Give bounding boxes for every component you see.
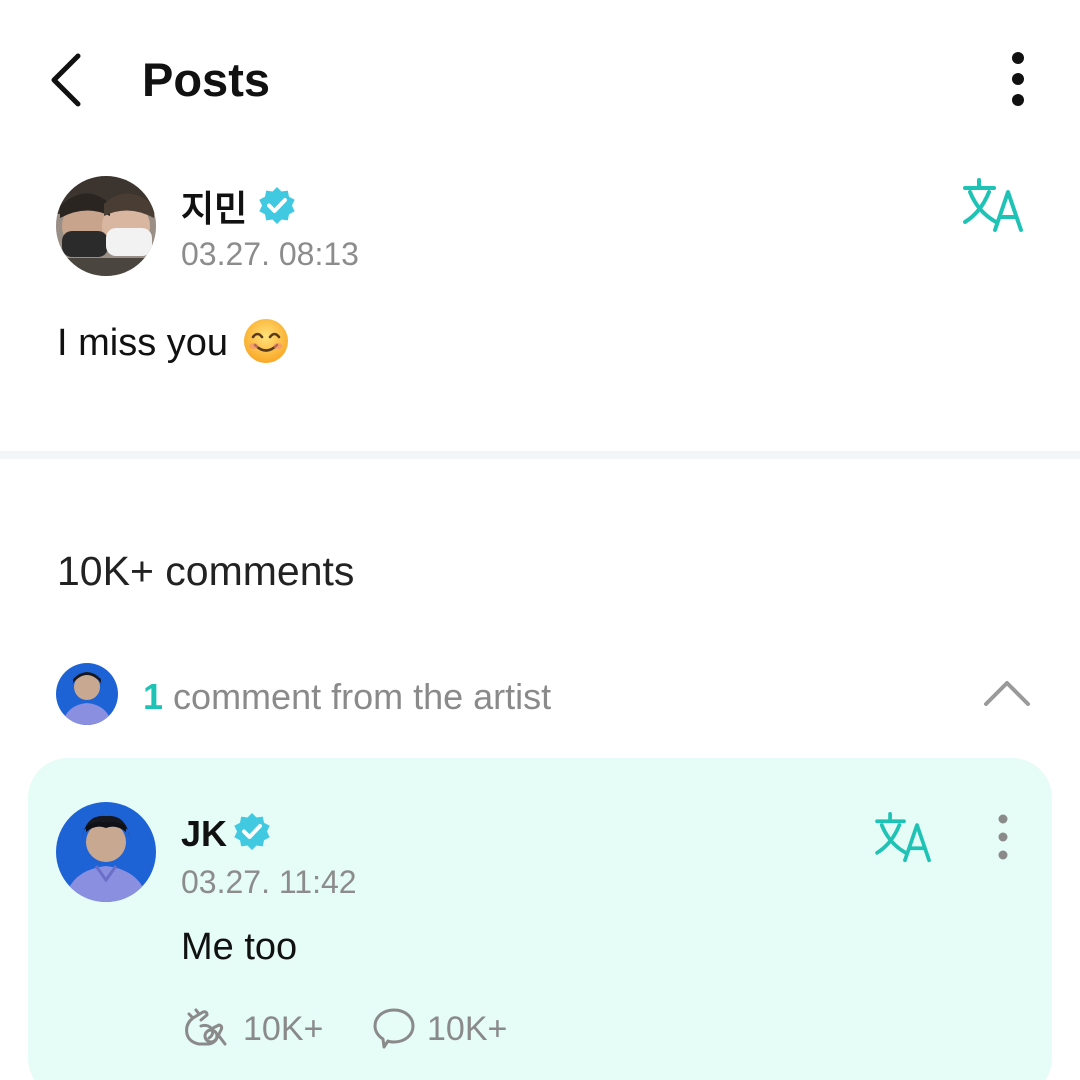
translate-icon xyxy=(875,812,931,863)
artist-comment-label-text: comment from the artist xyxy=(173,676,552,717)
comment-timestamp: 03.27. 11:42 xyxy=(181,864,357,900)
comment-author-name[interactable]: JK xyxy=(181,813,227,855)
cheer-button[interactable]: 10K+ xyxy=(181,1006,331,1050)
chevron-up-icon xyxy=(984,681,1030,706)
cheer-count: 10K+ xyxy=(243,1010,324,1048)
verified-badge-icon xyxy=(234,813,270,850)
smiling-face-emoji xyxy=(243,319,288,363)
avatar[interactable] xyxy=(56,176,156,276)
translate-icon xyxy=(963,178,1023,232)
page-title: Posts xyxy=(142,53,270,106)
post-text: I miss you xyxy=(57,322,229,364)
cheer-hands-icon xyxy=(185,1008,227,1046)
post: 지민 03.27. 08:13 I miss you xyxy=(0,160,1080,450)
post-timestamp: 03.27. 08:13 xyxy=(181,236,359,272)
comment-translate-button[interactable] xyxy=(874,812,934,864)
artist-avatar xyxy=(56,663,118,725)
comment-more-button[interactable] xyxy=(986,813,1020,863)
comment-author-avatar[interactable] xyxy=(56,802,156,902)
post-author-name[interactable]: 지민 xyxy=(181,180,247,232)
back-button[interactable] xyxy=(42,50,98,110)
artist-comments-toggle[interactable]: 1 comment from the artist xyxy=(0,660,1080,732)
vertical-ellipsis-icon xyxy=(1012,52,1024,106)
top-app-bar: Posts xyxy=(0,0,1080,160)
comments-count-heading: 10K+ comments xyxy=(57,548,355,594)
artist-comments-label: 1 comment from the artist xyxy=(143,676,551,718)
artist-comment-count: 1 xyxy=(143,676,164,717)
reply-count: 10K+ xyxy=(427,1010,508,1048)
verified-badge-icon xyxy=(259,187,295,224)
speech-bubble-icon xyxy=(373,1008,415,1049)
post-body: I miss you xyxy=(57,318,289,365)
section-divider xyxy=(0,451,1080,459)
translate-button[interactable] xyxy=(962,178,1026,234)
comment-text: Me too xyxy=(181,926,298,968)
vertical-ellipsis-icon xyxy=(998,814,1008,860)
reply-button[interactable]: 10K+ xyxy=(371,1006,521,1050)
more-options-button[interactable] xyxy=(998,48,1038,112)
collapse-button[interactable] xyxy=(982,674,1032,710)
artist-comment-card: JK 03.27. 11:42 Me too 10K+ 10K+ xyxy=(28,758,1052,1080)
chevron-left-icon xyxy=(51,53,81,107)
